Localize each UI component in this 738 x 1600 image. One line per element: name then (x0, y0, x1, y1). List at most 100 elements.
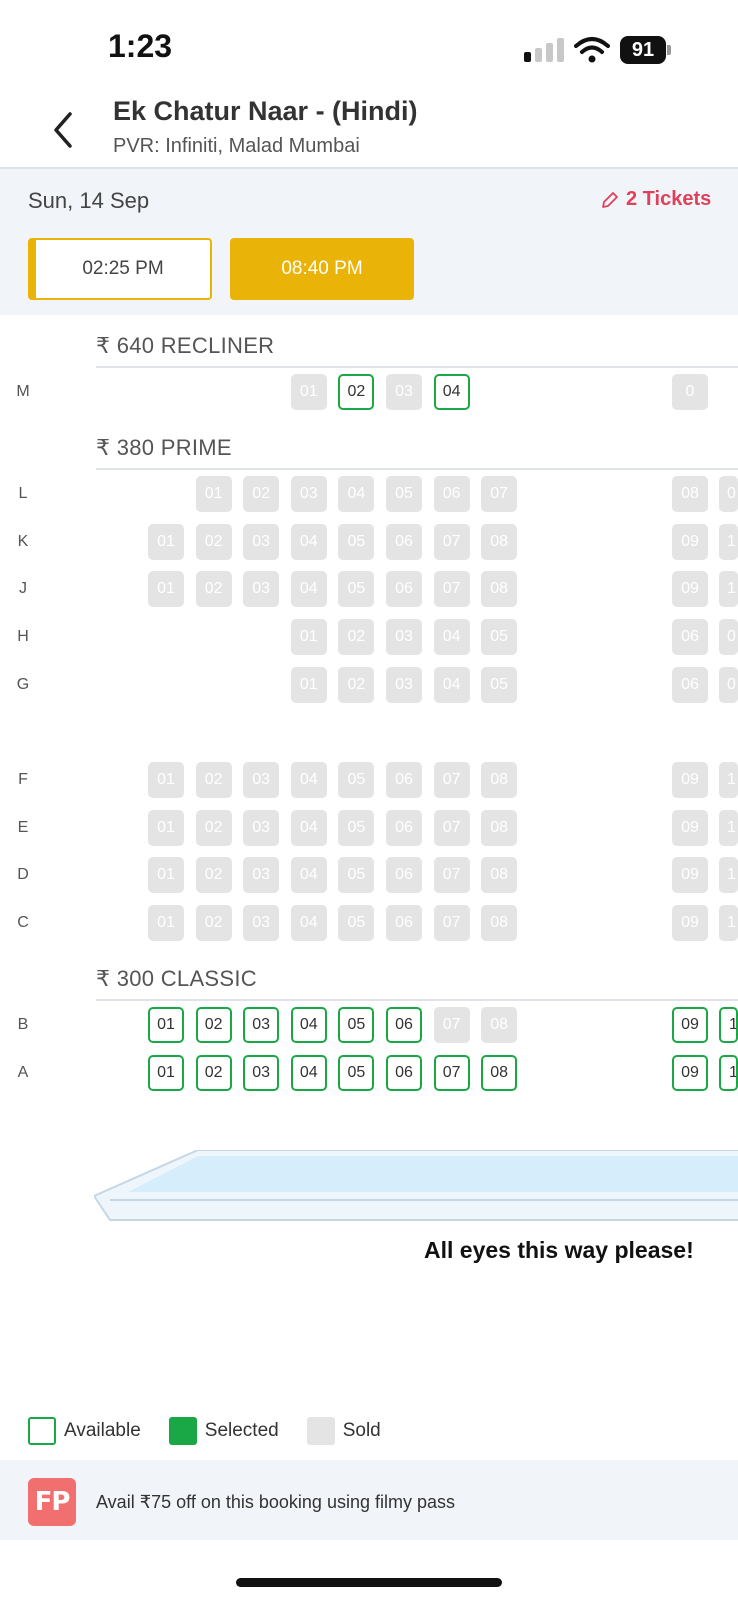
seat-L07: 07 (481, 476, 518, 512)
seat-A05[interactable]: 05 (338, 1055, 375, 1091)
tickets-count-button[interactable]: 2 Tickets (600, 188, 711, 211)
row-label: J (19, 580, 27, 597)
category-label: ₹ 380 PRIME (96, 435, 232, 460)
legend-selected: Selected (168, 1417, 279, 1445)
seat-L06: 06 (433, 476, 470, 512)
seat-B-right[interactable]: 09 (672, 1007, 708, 1043)
seat-H02: 02 (338, 619, 375, 655)
row-label: E (17, 819, 29, 836)
seat-K-right: 09 (672, 524, 708, 560)
legend-selected-label: Selected (204, 1420, 279, 1441)
status-time: 1:23 (108, 28, 173, 64)
wifi-icon (574, 37, 610, 63)
seat-G03: 03 (386, 667, 422, 703)
seat-A08[interactable]: 08 (481, 1055, 518, 1091)
seat-F05: 05 (338, 762, 375, 798)
seat-D08: 08 (481, 857, 518, 893)
seat-C06: 06 (386, 905, 422, 941)
seat-H01: 01 (290, 619, 327, 655)
seat-C03: 03 (243, 905, 280, 941)
seat-B05[interactable]: 05 (338, 1007, 375, 1043)
seat-L02: 02 (243, 476, 280, 512)
seat-A06[interactable]: 06 (386, 1055, 422, 1091)
seat-C04: 04 (290, 905, 327, 941)
seat-L04: 04 (338, 476, 375, 512)
seat-E08: 08 (481, 810, 518, 846)
seat-K08: 08 (481, 524, 518, 560)
seat-L-right: 0 (719, 476, 738, 512)
category-label: ₹ 300 CLASSIC (96, 966, 257, 991)
seat-D05: 05 (338, 857, 375, 893)
row-label: A (17, 1064, 29, 1081)
seat-K04: 04 (290, 524, 327, 560)
seat-E06: 06 (386, 810, 422, 846)
seat-legend: Available Selected Sold (28, 1417, 399, 1445)
seat-B01[interactable]: 01 (148, 1007, 184, 1043)
seat-A01[interactable]: 01 (148, 1055, 184, 1091)
battery-icon: 91 (620, 36, 672, 64)
seat-C-right: 1 (719, 905, 738, 941)
seat-L01: 01 (195, 476, 232, 512)
legend-available-swatch (28, 1417, 56, 1445)
seat-C07: 07 (433, 905, 470, 941)
seat-H03: 03 (386, 619, 422, 655)
seat-B03[interactable]: 03 (243, 1007, 280, 1043)
seat-K07: 07 (433, 524, 470, 560)
seat-K03: 03 (243, 524, 280, 560)
seat-H04: 04 (433, 619, 470, 655)
seat-M02[interactable]: 02 (338, 374, 375, 410)
seat-D07: 07 (433, 857, 470, 893)
seat-A07[interactable]: 07 (433, 1055, 470, 1091)
legend-selected-swatch (168, 1417, 197, 1445)
home-indicator (236, 1578, 502, 1587)
seat-B04[interactable]: 04 (290, 1007, 327, 1043)
seat-A-right[interactable]: 1 (719, 1055, 738, 1091)
seat-F02: 02 (195, 762, 232, 798)
back-arrow-icon[interactable] (46, 108, 82, 152)
seat-B06[interactable]: 06 (386, 1007, 422, 1043)
seat-J05: 05 (338, 571, 375, 607)
legend-sold: Sold (306, 1417, 381, 1445)
seat-D-right: 09 (672, 857, 708, 893)
seat-A-right[interactable]: 09 (672, 1055, 708, 1091)
seat-A03[interactable]: 03 (243, 1055, 280, 1091)
seat-B08: 08 (481, 1007, 518, 1043)
seat-G04: 04 (433, 667, 470, 703)
show-date: Sun, 14 Sep (28, 188, 150, 213)
seat-A04[interactable]: 04 (290, 1055, 327, 1091)
seat-E-right: 09 (672, 810, 708, 846)
row-label: L (18, 485, 28, 502)
venue-name: PVR: Infiniti, Malad Mumbai (113, 135, 360, 157)
row-label: C (17, 914, 29, 931)
seat-C08: 08 (481, 905, 518, 941)
seat-E04: 04 (290, 810, 327, 846)
seat-J08: 08 (481, 571, 518, 607)
legend-sold-label: Sold (342, 1420, 381, 1441)
filmy-pass-logo: FP (28, 1478, 76, 1526)
showtime-button-2[interactable]: 08:40 PM (230, 238, 414, 300)
row-label: K (17, 533, 29, 550)
seat-D04: 04 (290, 857, 327, 893)
cinema-screen (94, 1150, 738, 1221)
category-divider (96, 999, 738, 1001)
legend-sold-swatch (306, 1417, 335, 1445)
seat-B02[interactable]: 02 (195, 1007, 232, 1043)
seat-A02[interactable]: 02 (195, 1055, 232, 1091)
seat-H-right: 0 (719, 619, 738, 655)
seat-J01: 01 (148, 571, 184, 607)
seat-J-right: 1 (719, 571, 738, 607)
seat-M04[interactable]: 04 (433, 374, 470, 410)
seat-G-right: 0 (719, 667, 738, 703)
seat-C-right: 09 (672, 905, 708, 941)
seat-J-right: 09 (672, 571, 708, 607)
seat-J02: 02 (195, 571, 232, 607)
seat-E-right: 1 (719, 810, 738, 846)
seat-K02: 02 (195, 524, 232, 560)
row-label: G (16, 676, 30, 693)
seat-B-right[interactable]: 1 (719, 1007, 738, 1043)
seat-F03: 03 (243, 762, 280, 798)
row-label: F (18, 771, 28, 788)
seat-E05: 05 (338, 810, 375, 846)
showtime-button-1[interactable]: 02:25 PM (28, 238, 212, 300)
category-divider (96, 366, 738, 368)
